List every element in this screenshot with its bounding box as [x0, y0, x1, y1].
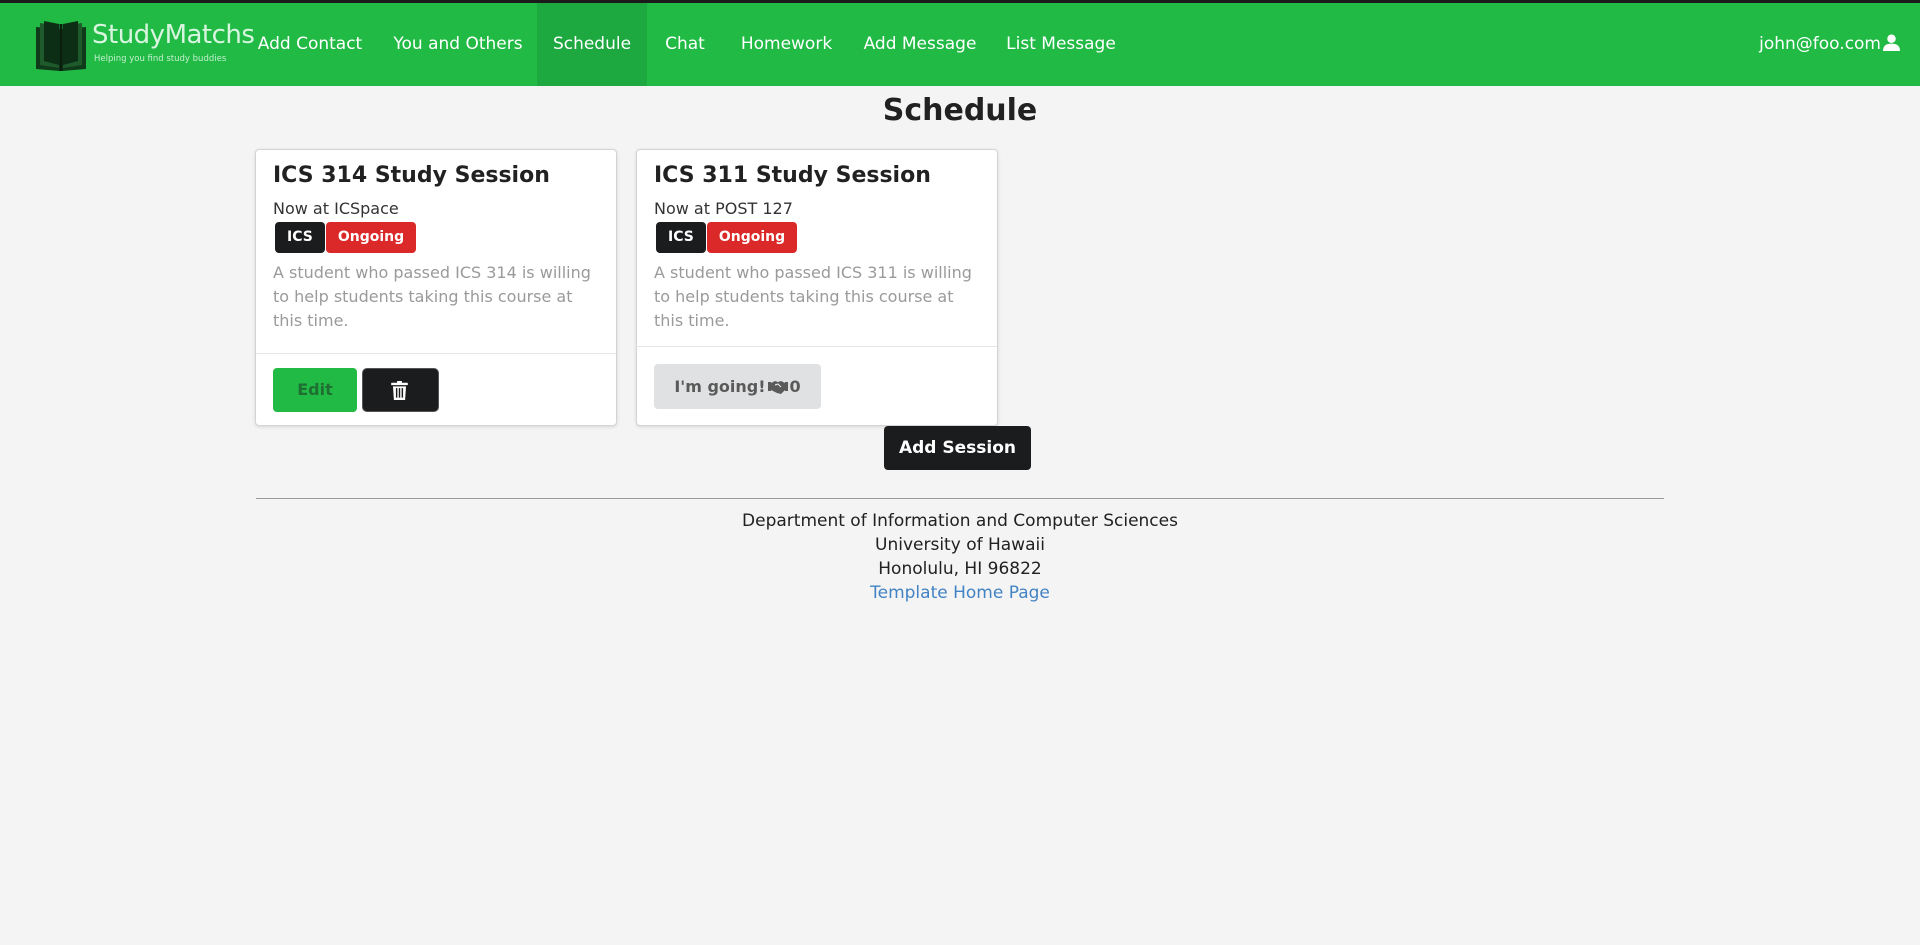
nav-you-and-others[interactable]: You and Others — [378, 3, 538, 86]
session-card: ICS 311 Study Session Now at POST 127 IC… — [636, 149, 998, 426]
brand-name: StudyMatchs — [92, 20, 255, 50]
im-going-button[interactable]: I'm going! 0 — [654, 364, 821, 409]
going-count: 0 — [789, 377, 801, 396]
delete-button[interactable] — [362, 368, 439, 412]
tag-ongoing: Ongoing — [325, 222, 417, 253]
template-home-link[interactable]: Template Home Page — [870, 583, 1050, 603]
nav-chat[interactable]: Chat — [647, 3, 723, 86]
session-tags: ICS Ongoing — [273, 222, 599, 254]
nav-list-message[interactable]: List Message — [990, 3, 1132, 86]
brand-logo[interactable]: StudyMatchs Helping you find study buddi… — [34, 17, 255, 75]
trash-icon — [391, 381, 408, 400]
session-tags: ICS Ongoing — [654, 222, 980, 254]
edit-button[interactable]: Edit — [273, 368, 357, 412]
session-description: A student who passed ICS 311 is willing … — [654, 263, 972, 330]
footer-divider — [256, 498, 1664, 499]
session-title: ICS 311 Study Session — [654, 163, 931, 188]
going-label: I'm going! — [674, 377, 766, 396]
nav-schedule[interactable]: Schedule — [537, 3, 647, 86]
session-title: ICS 314 Study Session — [273, 163, 550, 188]
card-divider — [256, 353, 616, 354]
card-divider — [637, 346, 997, 347]
user-menu[interactable]: john@foo.com — [1759, 3, 1900, 86]
footer-address: Honolulu, HI 96822 — [878, 559, 1042, 579]
page-title: Schedule — [882, 93, 1038, 128]
footer-university: University of Hawaii — [875, 535, 1045, 555]
session-description: A student who passed ICS 314 is willing … — [273, 263, 591, 330]
session-location: Now at ICSpace — [273, 199, 399, 218]
session-location: Now at POST 127 — [654, 199, 793, 218]
handshake-icon — [767, 381, 788, 394]
tag-ics: ICS — [275, 222, 325, 253]
book-logo-icon — [36, 21, 86, 71]
add-session-button[interactable]: Add Session — [884, 426, 1031, 470]
tag-ongoing: Ongoing — [706, 222, 798, 253]
nav-homework[interactable]: Homework — [723, 3, 850, 86]
user-icon — [1883, 34, 1900, 51]
footer: Department of Information and Computer S… — [0, 509, 1920, 605]
footer-department: Department of Information and Computer S… — [742, 511, 1178, 531]
nav-add-message[interactable]: Add Message — [850, 3, 990, 86]
user-email: john@foo.com — [1759, 34, 1881, 54]
tag-ics: ICS — [656, 222, 706, 253]
session-card: ICS 314 Study Session Now at ICSpace ICS… — [255, 149, 617, 426]
brand-tagline: Helping you find study buddies — [94, 54, 227, 64]
nav-add-contact[interactable]: Add Contact — [246, 3, 374, 86]
top-navbar: StudyMatchs Helping you find study buddi… — [0, 3, 1920, 86]
